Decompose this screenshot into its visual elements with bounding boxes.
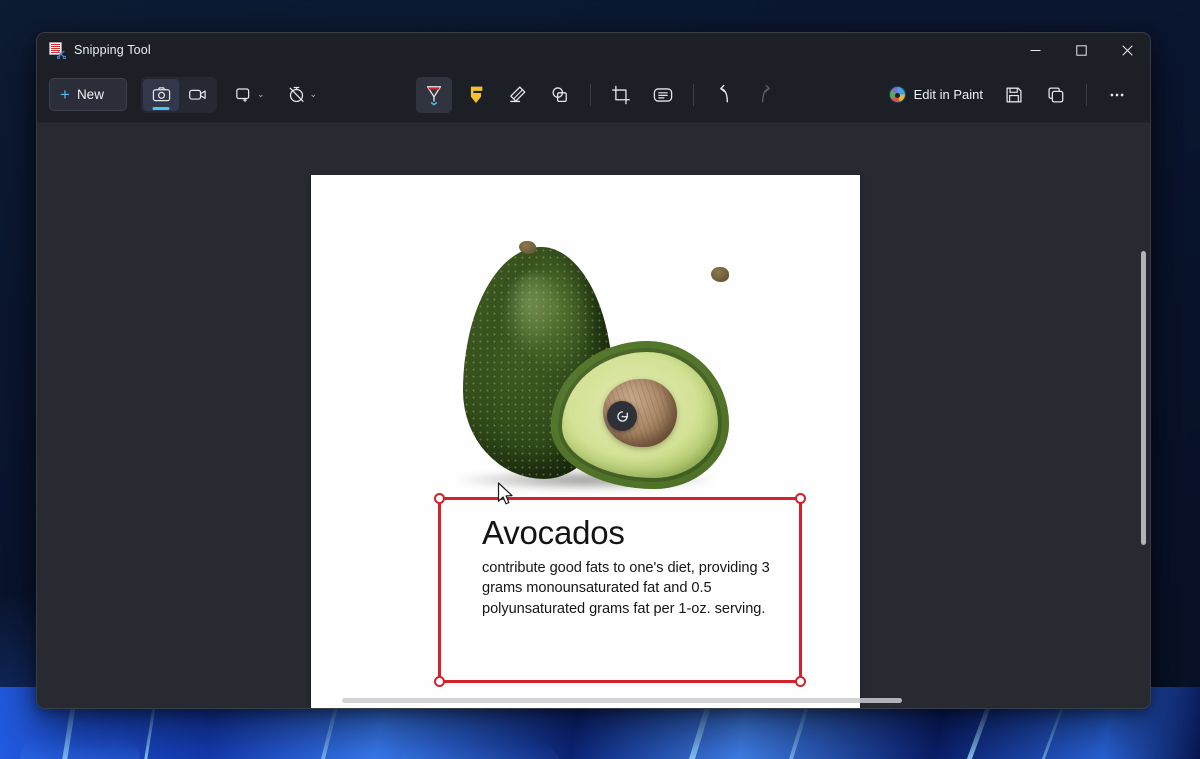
highlighter-icon [465, 84, 487, 106]
toolbar-divider [693, 84, 694, 106]
highlighter-tool[interactable] [458, 77, 494, 113]
text-actions-tool[interactable] [645, 77, 681, 113]
copy-button[interactable] [1038, 77, 1074, 113]
more-options-icon [1107, 85, 1127, 105]
chevron-down-icon: ⌄ [257, 90, 265, 99]
selection-handle-bottom-right[interactable] [795, 676, 806, 687]
shapes-icon [549, 84, 571, 106]
new-snip-button[interactable]: + New [49, 78, 127, 111]
eraser-tool[interactable] [500, 77, 536, 113]
annotation-tools [413, 77, 787, 113]
snipping-tool-icon [49, 42, 65, 58]
toolbar-right-actions: Edit in Paint [879, 77, 1138, 113]
snip-mode-button[interactable] [143, 79, 179, 111]
crop-icon [610, 84, 632, 106]
avocado-stem [519, 241, 536, 254]
selection-handle-top-right[interactable] [795, 493, 806, 504]
redo-button[interactable] [748, 77, 784, 113]
shapes-tool[interactable] [542, 77, 578, 113]
more-options-button[interactable] [1099, 77, 1135, 113]
rotate-icon [614, 408, 631, 425]
paint-palette-icon [889, 86, 906, 103]
minimize-button[interactable] [1012, 33, 1058, 67]
vertical-scrollbar[interactable] [1141, 251, 1146, 545]
plus-icon: + [60, 86, 70, 103]
redo-icon [755, 84, 777, 106]
window-titlebar: Snipping Tool [37, 33, 1150, 67]
window-controls [1012, 33, 1150, 67]
chevron-down-icon: ⌄ [310, 90, 318, 99]
snip-shape-dropdown[interactable]: ⌄ [227, 78, 270, 112]
avocado-photo[interactable] [441, 237, 731, 497]
eraser-icon [507, 84, 529, 106]
selection-handle-top-left[interactable] [434, 493, 445, 504]
window-title: Snipping Tool [74, 43, 151, 57]
edit-in-paint-button[interactable]: Edit in Paint [879, 78, 993, 111]
maximize-button[interactable] [1058, 33, 1104, 67]
selected-text-block[interactable]: Avocados contribute good fats to one's d… [438, 497, 802, 683]
ballpoint-pen-tool[interactable] [416, 77, 452, 113]
avocado-stem-side [711, 267, 729, 282]
close-button[interactable] [1104, 33, 1150, 67]
snip-canvas[interactable]: Avocados contribute good fats to one's d… [311, 175, 860, 708]
timer-off-icon [287, 85, 306, 104]
undo-icon [713, 84, 735, 106]
crop-tool[interactable] [603, 77, 639, 113]
horizontal-scrollbar[interactable] [342, 698, 902, 703]
toolbar-divider [1086, 84, 1087, 106]
rectangle-snip-icon [234, 85, 253, 104]
save-button[interactable] [996, 77, 1032, 113]
record-mode-button[interactable] [179, 79, 215, 111]
rotate-handle[interactable] [607, 401, 637, 431]
capture-mode-group [141, 77, 217, 113]
arrow-pointer-cursor [497, 482, 514, 507]
ballpoint-pen-icon [423, 84, 445, 106]
copy-icon [1046, 85, 1066, 105]
selection-rectangle[interactable] [438, 497, 802, 683]
edit-in-paint-label: Edit in Paint [914, 87, 983, 102]
snipping-tool-window: Snipping Tool + New [36, 32, 1151, 709]
video-camera-icon [188, 85, 207, 104]
camera-icon [152, 85, 171, 104]
main-toolbar: + New ⌄ [37, 67, 1150, 123]
save-floppy-icon [1004, 85, 1024, 105]
toolbar-divider [590, 84, 591, 106]
undo-button[interactable] [706, 77, 742, 113]
canvas-area[interactable]: Avocados contribute good fats to one's d… [37, 123, 1150, 708]
selection-handle-bottom-left[interactable] [434, 676, 445, 687]
delay-dropdown[interactable]: ⌄ [280, 78, 323, 112]
scissors-icon [57, 50, 66, 59]
new-snip-label: New [77, 87, 104, 102]
text-actions-icon [652, 84, 674, 106]
